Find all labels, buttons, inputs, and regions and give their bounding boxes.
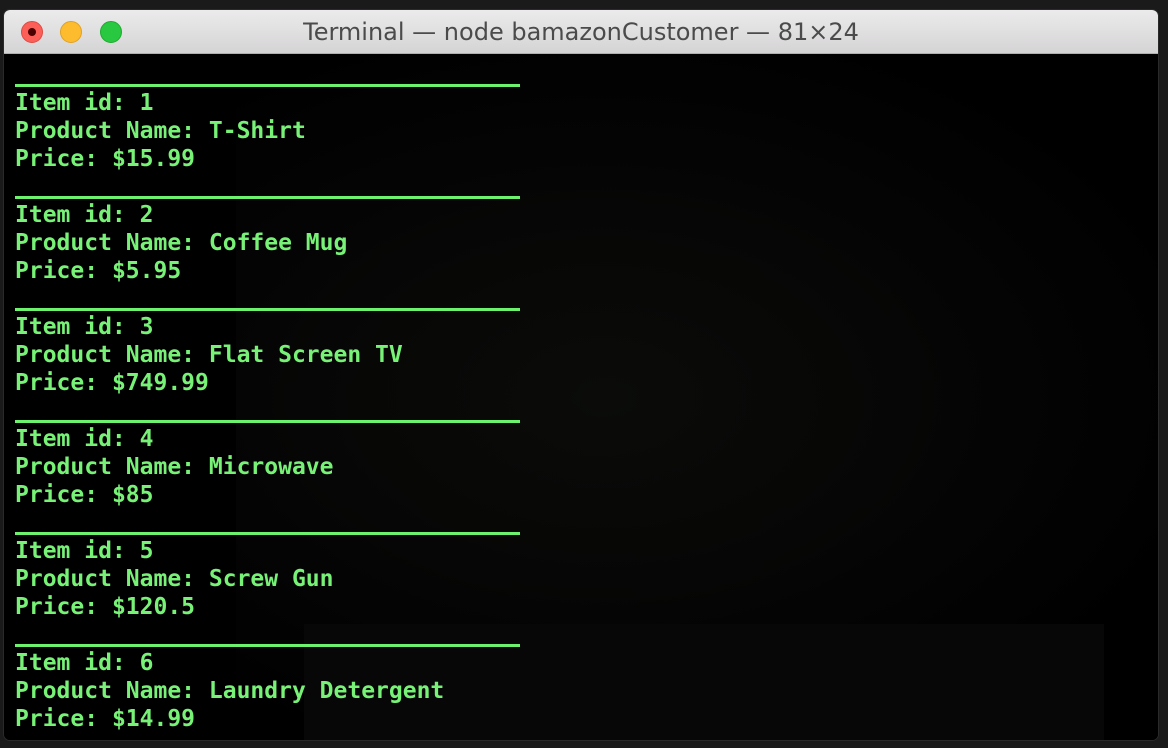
terminal-window: Terminal — node bamazonCustomer — 81×24 … — [4, 10, 1158, 740]
product-item: Item id: 6 Product Name: Laundry Deterge… — [15, 644, 535, 740]
product-name-label: Product Name: — [15, 678, 209, 704]
item-id-line: Item id: 2 — [15, 201, 535, 229]
item-id-value: 5 — [139, 538, 154, 564]
price-line: Price: $5.95 — [15, 257, 535, 285]
product-item: Item id: 3 Product Name: Flat Screen TV … — [15, 308, 535, 420]
price-line: Price: $14.99 — [15, 705, 535, 733]
product-name-value: Screw Gun — [208, 566, 334, 592]
product-name-value: Coffee Mug — [208, 230, 348, 256]
item-id-label: Item id: — [15, 538, 140, 564]
separator-line — [15, 420, 520, 423]
window-title: Terminal — node bamazonCustomer — 81×24 — [303, 18, 859, 46]
product-name-line: Product Name: Screw Gun — [15, 565, 535, 593]
terminal-output[interactable]: Item id: 1 Product Name: T-Shirt Price: … — [4, 54, 1158, 740]
item-id-value: 3 — [139, 314, 154, 340]
product-name-line: Product Name: Microwave — [15, 453, 535, 481]
product-item: Item id: 2 Product Name: Coffee Mug Pric… — [15, 196, 535, 308]
item-id-label: Item id: — [15, 314, 140, 340]
product-name-value: Flat Screen TV — [208, 342, 403, 368]
price-line: Price: $15.99 — [15, 145, 535, 173]
product-name-label: Product Name: — [15, 342, 209, 368]
product-name-line: Product Name: Flat Screen TV — [15, 341, 535, 369]
item-id-line: Item id: 1 — [15, 89, 535, 117]
price-line: Price: $749.99 — [15, 369, 535, 397]
product-name-line: Product Name: Laundry Detergent — [15, 677, 535, 705]
product-name-label: Product Name: — [15, 454, 209, 480]
item-id-line: Item id: 3 — [15, 313, 535, 341]
product-list: Item id: 1 Product Name: T-Shirt Price: … — [15, 84, 535, 740]
price-value: $5.95 — [111, 258, 182, 284]
price-label: Price: — [15, 146, 112, 172]
product-item: Item id: 1 Product Name: T-Shirt Price: … — [15, 84, 535, 196]
price-value: $14.99 — [111, 706, 196, 732]
separator-line — [15, 84, 520, 87]
item-id-value: 4 — [139, 426, 154, 452]
price-line: Price: $85 — [15, 481, 535, 509]
price-value: $749.99 — [111, 370, 209, 396]
price-label: Price: — [15, 258, 112, 284]
price-value: $120.5 — [111, 594, 196, 620]
item-id-label: Item id: — [15, 650, 140, 676]
price-label: Price: — [15, 370, 112, 396]
product-name-line: Product Name: T-Shirt — [15, 117, 535, 145]
item-id-label: Item id: — [15, 426, 140, 452]
price-label: Price: — [15, 706, 112, 732]
price-label: Price: — [15, 482, 112, 508]
price-label: Price: — [15, 594, 112, 620]
product-name-value: T-Shirt — [208, 118, 306, 144]
price-value: $15.99 — [111, 146, 196, 172]
item-id-line: Item id: 4 — [15, 425, 535, 453]
product-name-label: Product Name: — [15, 230, 209, 256]
product-name-value: Laundry Detergent — [208, 678, 445, 704]
item-id-value: 6 — [139, 650, 154, 676]
product-name-label: Product Name: — [15, 118, 209, 144]
product-name-line: Product Name: Coffee Mug — [15, 229, 535, 257]
title-bar[interactable]: Terminal — node bamazonCustomer — 81×24 — [4, 10, 1158, 54]
item-id-value: 2 — [139, 202, 154, 228]
separator-line — [15, 644, 520, 647]
product-name-value: Microwave — [208, 454, 334, 480]
price-line: Price: $120.5 — [15, 593, 535, 621]
product-item: Item id: 5 Product Name: Screw Gun Price… — [15, 532, 535, 644]
separator-line — [15, 196, 520, 199]
product-item: Item id: 4 Product Name: Microwave Price… — [15, 420, 535, 532]
item-id-value: 1 — [139, 90, 154, 116]
price-value: $85 — [111, 482, 154, 508]
product-name-label: Product Name: — [15, 566, 209, 592]
item-id-line: Item id: 6 — [15, 649, 535, 677]
item-id-label: Item id: — [15, 202, 140, 228]
separator-line — [15, 532, 520, 535]
item-id-label: Item id: — [15, 90, 140, 116]
item-id-line: Item id: 5 — [15, 537, 535, 565]
separator-line — [15, 308, 520, 311]
